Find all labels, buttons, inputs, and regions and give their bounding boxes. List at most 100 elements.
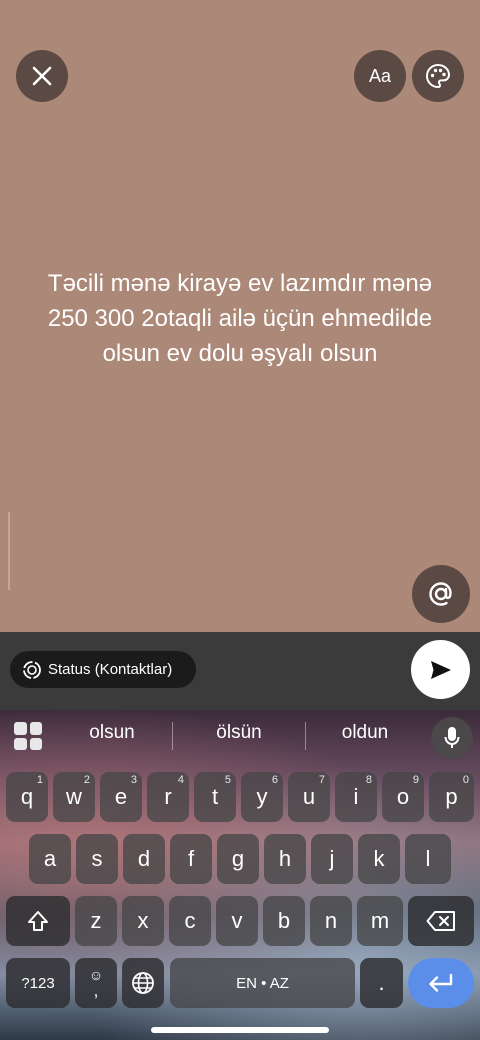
- key-a[interactable]: a: [29, 834, 71, 884]
- key-label: t: [211, 784, 219, 809]
- background-color-button[interactable]: [412, 50, 464, 102]
- keyboard-toolbar: olsun ölsün oldun: [0, 710, 480, 762]
- symbols-label: ?123: [21, 974, 55, 992]
- key-h[interactable]: h: [264, 834, 306, 884]
- key-label: v: [231, 908, 243, 933]
- key-m[interactable]: m: [357, 896, 403, 946]
- key-label: r: [164, 784, 172, 809]
- key-hint: 2: [83, 774, 90, 786]
- enter-icon: [429, 973, 453, 992]
- close-button[interactable]: [16, 50, 68, 102]
- key-label: q: [20, 784, 34, 809]
- key-label: y: [256, 784, 268, 809]
- key-y[interactable]: y6: [241, 772, 283, 822]
- key-hint: 9: [412, 774, 419, 786]
- shift-icon: [28, 911, 48, 931]
- key-v[interactable]: v: [216, 896, 258, 946]
- key-o[interactable]: o9: [382, 772, 424, 822]
- key-label: n: [324, 908, 338, 933]
- key-r[interactable]: r4: [147, 772, 189, 822]
- key-f[interactable]: f: [170, 834, 212, 884]
- key-label: p: [445, 784, 458, 809]
- suggestion-2[interactable]: ölsün: [179, 722, 299, 744]
- key-e[interactable]: e3: [100, 772, 142, 822]
- key-label: e: [114, 784, 128, 809]
- key-l[interactable]: l: [405, 834, 451, 884]
- font-style-label: Aa: [368, 65, 392, 86]
- key-label: o: [396, 784, 410, 809]
- key-hint: 1: [36, 774, 43, 786]
- key-label: c: [184, 908, 196, 933]
- backspace-icon: [426, 911, 455, 931]
- suggestion-1[interactable]: olsun: [52, 722, 172, 744]
- voice-input-button[interactable]: [431, 717, 473, 759]
- microphone-icon: [444, 727, 460, 748]
- key-label: d: [137, 846, 151, 871]
- on-screen-keyboard: olsun ölsün oldun q1 w2 e3 r4 t5 y6 u7 i…: [0, 710, 480, 1040]
- enter-key[interactable]: [408, 958, 474, 1008]
- key-label: g: [231, 846, 245, 871]
- key-label: f: [187, 846, 195, 871]
- key-hint: 0: [462, 774, 469, 786]
- key-k[interactable]: k: [358, 834, 400, 884]
- key-g[interactable]: g: [217, 834, 259, 884]
- key-t[interactable]: t5: [194, 772, 236, 822]
- key-label: w: [66, 784, 82, 809]
- key-j[interactable]: j: [311, 834, 353, 884]
- key-n[interactable]: n: [310, 896, 352, 946]
- status-text[interactable]: Təcili mənə kirayə ev lazımdır mənə 250 …: [40, 266, 440, 371]
- key-label: l: [425, 846, 431, 871]
- key-hint: 8: [365, 774, 372, 786]
- key-hint: 6: [271, 774, 278, 786]
- key-b[interactable]: b: [263, 896, 305, 946]
- key-i[interactable]: i8: [335, 772, 377, 822]
- globe-icon: [132, 972, 154, 994]
- symbols-key[interactable]: ?123: [6, 958, 70, 1008]
- status-ring-icon: [23, 660, 41, 679]
- palette-icon: [425, 63, 451, 89]
- language-key[interactable]: [122, 958, 164, 1008]
- key-s[interactable]: s: [76, 834, 118, 884]
- key-label: b: [277, 908, 291, 933]
- mention-button[interactable]: [412, 565, 470, 623]
- key-hint: 3: [130, 774, 137, 786]
- font-style-button[interactable]: Aa: [354, 50, 406, 102]
- key-x[interactable]: x: [122, 896, 164, 946]
- at-sign-icon: [429, 582, 452, 606]
- send-icon: [430, 660, 451, 679]
- key-w[interactable]: w2: [53, 772, 95, 822]
- key-label: m: [370, 908, 390, 933]
- key-hint: 7: [318, 774, 325, 786]
- status-audience-chip[interactable]: Status (Kontaktlar): [10, 651, 196, 688]
- home-indicator[interactable]: [151, 1027, 329, 1033]
- emoji-comma-key[interactable]: ☺ ,: [75, 958, 117, 1008]
- key-label: s: [91, 846, 103, 871]
- key-d[interactable]: d: [123, 834, 165, 884]
- key-c[interactable]: c: [169, 896, 211, 946]
- key-p[interactable]: p0: [429, 772, 474, 822]
- space-key[interactable]: EN • AZ: [170, 958, 355, 1008]
- key-label: k: [373, 846, 385, 871]
- space-label: EN • AZ: [236, 974, 289, 992]
- key-hint: 5: [224, 774, 231, 786]
- key-label: j: [329, 846, 335, 871]
- key-q[interactable]: q1: [6, 772, 48, 822]
- key-label: a: [43, 846, 57, 871]
- key-u[interactable]: u7: [288, 772, 330, 822]
- key-label: z: [90, 908, 102, 933]
- suggestion-3[interactable]: oldun: [305, 722, 425, 744]
- key-label: i: [353, 784, 359, 809]
- key-label: h: [278, 846, 292, 871]
- apps-grid-icon[interactable]: [14, 722, 42, 750]
- shift-key[interactable]: [6, 896, 70, 946]
- status-canvas[interactable]: Aa Təcili mənə kirayə ev lazımdır mənə 2…: [0, 0, 480, 632]
- comma-label: ,: [93, 981, 99, 1000]
- key-label: u: [302, 784, 316, 809]
- period-label: .: [378, 970, 385, 995]
- send-button[interactable]: [411, 640, 470, 699]
- key-z[interactable]: z: [75, 896, 117, 946]
- key-hint: 4: [177, 774, 184, 786]
- suggestion-divider: [172, 722, 173, 750]
- backspace-key[interactable]: [408, 896, 474, 946]
- period-key[interactable]: .: [360, 958, 403, 1008]
